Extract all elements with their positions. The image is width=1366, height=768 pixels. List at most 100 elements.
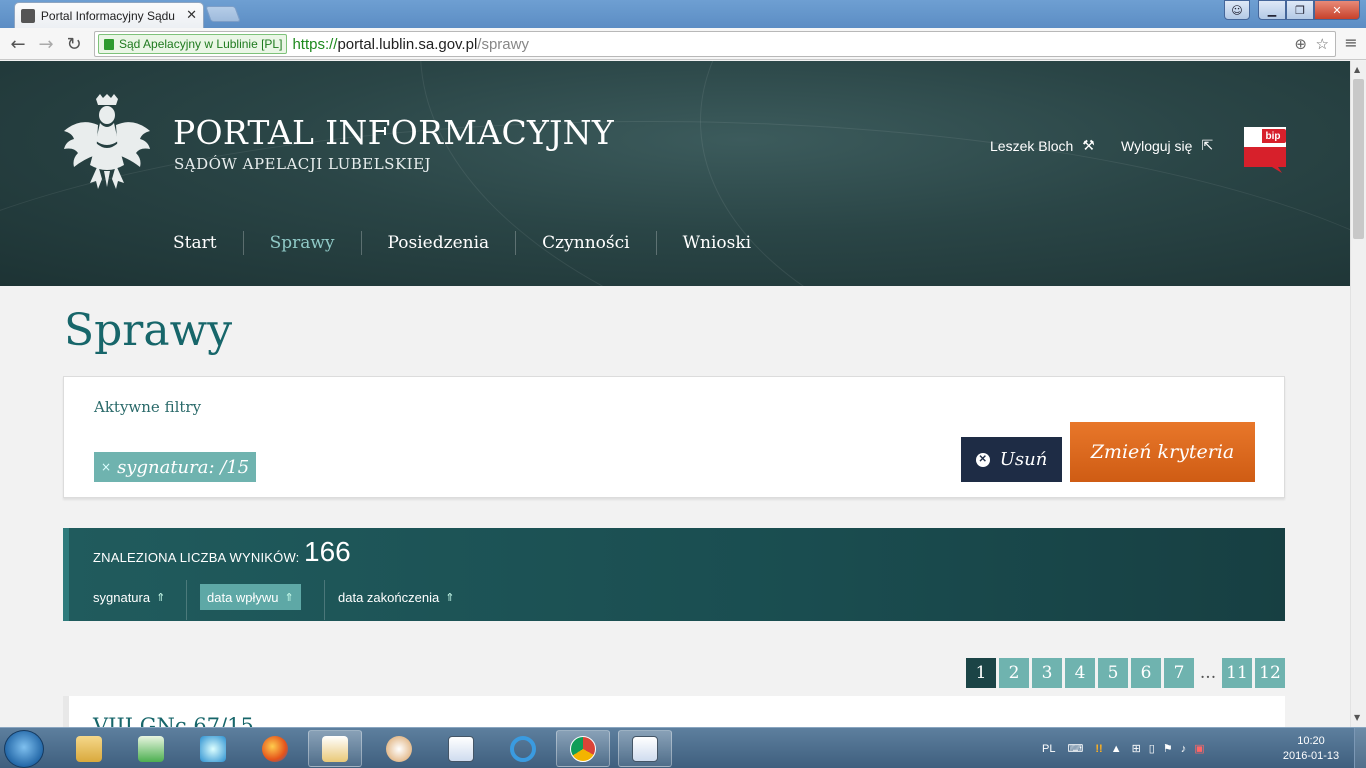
start-button[interactable] — [4, 730, 44, 768]
url-text[interactable]: https://portal.lublin.sa.gov.pl/sprawy — [292, 36, 529, 53]
firefox-taskbar-button[interactable] — [248, 730, 302, 767]
case-list-item[interactable]: VIII GNc 67/15 — [63, 696, 1285, 727]
filter-chip[interactable]: × sygnatura: /15 — [94, 452, 257, 482]
paint-taskbar-button[interactable] — [372, 730, 426, 767]
remove-filters-button[interactable]: ✕ Usuń — [961, 437, 1062, 482]
logout-link[interactable]: Wyloguj się ⇱ — [1121, 137, 1213, 154]
reload-icon[interactable]: ↻ — [62, 32, 86, 56]
case-signature-link[interactable]: VIII GNc 67/15 — [93, 714, 254, 727]
sort-by-date-finished[interactable]: data zakończenia ⇑ — [331, 584, 461, 610]
chip-remove-icon[interactable]: × — [101, 460, 111, 474]
nav-item-start[interactable]: Start — [173, 231, 243, 255]
sort-by-signature[interactable]: sygnatura ⇑ — [86, 584, 172, 610]
sort-arrows-icon: ⇑ — [156, 591, 166, 604]
external-exit-icon: ⇱ — [1201, 137, 1214, 153]
firefox-icon — [262, 735, 288, 762]
pagination-ellipsis: ... — [1199, 663, 1217, 683]
nav-item-czynnosci[interactable]: Czynności — [515, 231, 655, 255]
nav-item-wnioski[interactable]: Wnioski — [655, 231, 778, 255]
user-account-link[interactable]: Leszek Bloch ⚒ — [990, 137, 1095, 154]
page-11-button[interactable]: 11 — [1222, 658, 1252, 688]
action-center-flag-icon[interactable]: ⚑ — [1163, 742, 1173, 755]
page-7-button[interactable]: 7 — [1164, 658, 1194, 688]
writer2-taskbar-button[interactable] — [618, 730, 672, 767]
active-filters-panel: Aktywne filtry × sygnatura: /15 ✕ Usuń Z… — [63, 376, 1285, 498]
tab-close-icon[interactable]: ✕ — [186, 8, 197, 23]
sort-by-date-received[interactable]: data wpływu ⇑ — [200, 584, 301, 610]
scroll-up-icon[interactable]: ▲ — [1354, 65, 1360, 74]
minimize-button[interactable]: ▁ — [1258, 0, 1286, 20]
writer-taskbar-button[interactable] — [434, 730, 488, 767]
page-12-button[interactable]: 12 — [1255, 658, 1285, 688]
spreadsheet-taskbar-button[interactable] — [124, 730, 178, 767]
wifi-icon — [200, 735, 226, 762]
zoom-icon[interactable]: ⊕ — [1294, 35, 1307, 53]
page-scrollbar[interactable]: ▲ ▼ — [1350, 61, 1366, 727]
page-1-button[interactable]: 1 — [966, 658, 996, 688]
forward-arrow-icon[interactable]: → — [34, 32, 58, 56]
bip-logo-text: bip — [1266, 131, 1281, 142]
sort-label: sygnatura — [93, 589, 151, 605]
browser-tabbar: Portal Informacyjny Sądu ✕ ☺ ▁ ❐ ✕ — [0, 0, 1366, 28]
back-arrow-icon[interactable]: ← — [6, 32, 30, 56]
browser-toolbar: ← → ↻ Sąd Apelacyjny w Lublinie [PL] htt… — [0, 28, 1366, 60]
keyboard-icon[interactable]: ⌨ — [1067, 742, 1083, 755]
sort-label: data wpływu — [207, 589, 279, 605]
bip-logo[interactable]: bip — [1244, 127, 1286, 173]
volume-muted-icon[interactable]: ♪ — [1181, 743, 1187, 755]
chrome-taskbar-button[interactable] — [556, 730, 610, 767]
active-filters-heading: Aktywne filtry — [94, 398, 202, 416]
network-taskbar-button[interactable] — [186, 730, 240, 767]
pagination: 1 2 3 4 5 6 7 ... 11 12 — [963, 658, 1285, 688]
warning-icon[interactable]: !! — [1095, 743, 1102, 755]
close-window-button[interactable]: ✕ — [1314, 0, 1360, 20]
sort-divider — [186, 580, 187, 620]
scrollbar-thumb[interactable] — [1353, 79, 1364, 239]
files-taskbar-button[interactable] — [308, 730, 362, 767]
remove-filters-label: Usuń — [999, 449, 1048, 470]
folder-icon — [76, 735, 102, 762]
device-icon[interactable]: ▯ — [1149, 742, 1155, 755]
url-host: portal.lublin.sa.gov.pl — [337, 35, 478, 53]
system-clock[interactable]: 10:20 2016-01-13 — [1276, 734, 1346, 764]
user-profile-icon[interactable]: ☺ — [1224, 0, 1250, 20]
windows-flag-icon[interactable]: ⊞ — [1132, 742, 1141, 755]
security-indicator[interactable]: Sąd Apelacyjny w Lublinie [PL] — [98, 34, 288, 54]
bookmark-star-icon[interactable]: ☆ — [1316, 35, 1329, 53]
ie-taskbar-button[interactable] — [496, 730, 550, 767]
page-6-button[interactable]: 6 — [1131, 658, 1161, 688]
show-desktop-button[interactable] — [1354, 728, 1366, 768]
explorer-taskbar-button[interactable] — [62, 730, 116, 767]
document-icon — [448, 735, 474, 762]
restore-button[interactable]: ❐ — [1286, 0, 1314, 20]
sort-arrows-icon: ⇑ — [284, 591, 294, 604]
user-name: Leszek Bloch — [990, 137, 1074, 154]
page-4-button[interactable]: 4 — [1065, 658, 1095, 688]
language-indicator[interactable]: PL — [1042, 743, 1055, 755]
lock-icon — [104, 39, 114, 50]
results-count-label: ZNALEZIONA LICZBA WYNIKÓW: — [93, 550, 300, 565]
network-error-icon[interactable]: ▣ — [1194, 742, 1204, 755]
page-viewport: PORTAL INFORMACYJNY SĄDÓW APELACJI LUBEL… — [0, 61, 1350, 727]
page-3-button[interactable]: 3 — [1032, 658, 1062, 688]
logout-label: Wyloguj się — [1121, 137, 1193, 154]
tray-expand-icon[interactable]: ▲ — [1111, 743, 1122, 755]
browser-tab[interactable]: Portal Informacyjny Sądu ✕ — [14, 2, 204, 28]
internet-explorer-icon — [510, 735, 536, 762]
nav-item-sprawy[interactable]: Sprawy — [242, 231, 361, 255]
browser-menu-icon[interactable]: ≡ — [1342, 33, 1360, 53]
new-tab-button[interactable] — [205, 6, 241, 22]
page-2-button[interactable]: 2 — [999, 658, 1029, 688]
tab-title: Portal Informacyjny Sądu — [40, 8, 175, 23]
page-title: Sprawy — [64, 305, 233, 356]
scroll-down-icon[interactable]: ▼ — [1354, 713, 1360, 722]
tools-icon: ⚒ — [1082, 137, 1095, 153]
change-criteria-button[interactable]: Zmień kryteria — [1070, 422, 1255, 482]
nav-item-posiedzenia[interactable]: Posiedzenia — [360, 231, 516, 255]
documents-icon — [322, 735, 348, 762]
filter-chip-text: sygnatura: /15 — [117, 456, 250, 478]
page-5-button[interactable]: 5 — [1098, 658, 1128, 688]
sort-divider — [324, 580, 325, 620]
address-bar[interactable]: Sąd Apelacyjny w Lublinie [PL] https://p… — [94, 31, 1336, 57]
results-bar: ZNALEZIONA LICZBA WYNIKÓW: 166 sygnatura… — [63, 528, 1285, 621]
